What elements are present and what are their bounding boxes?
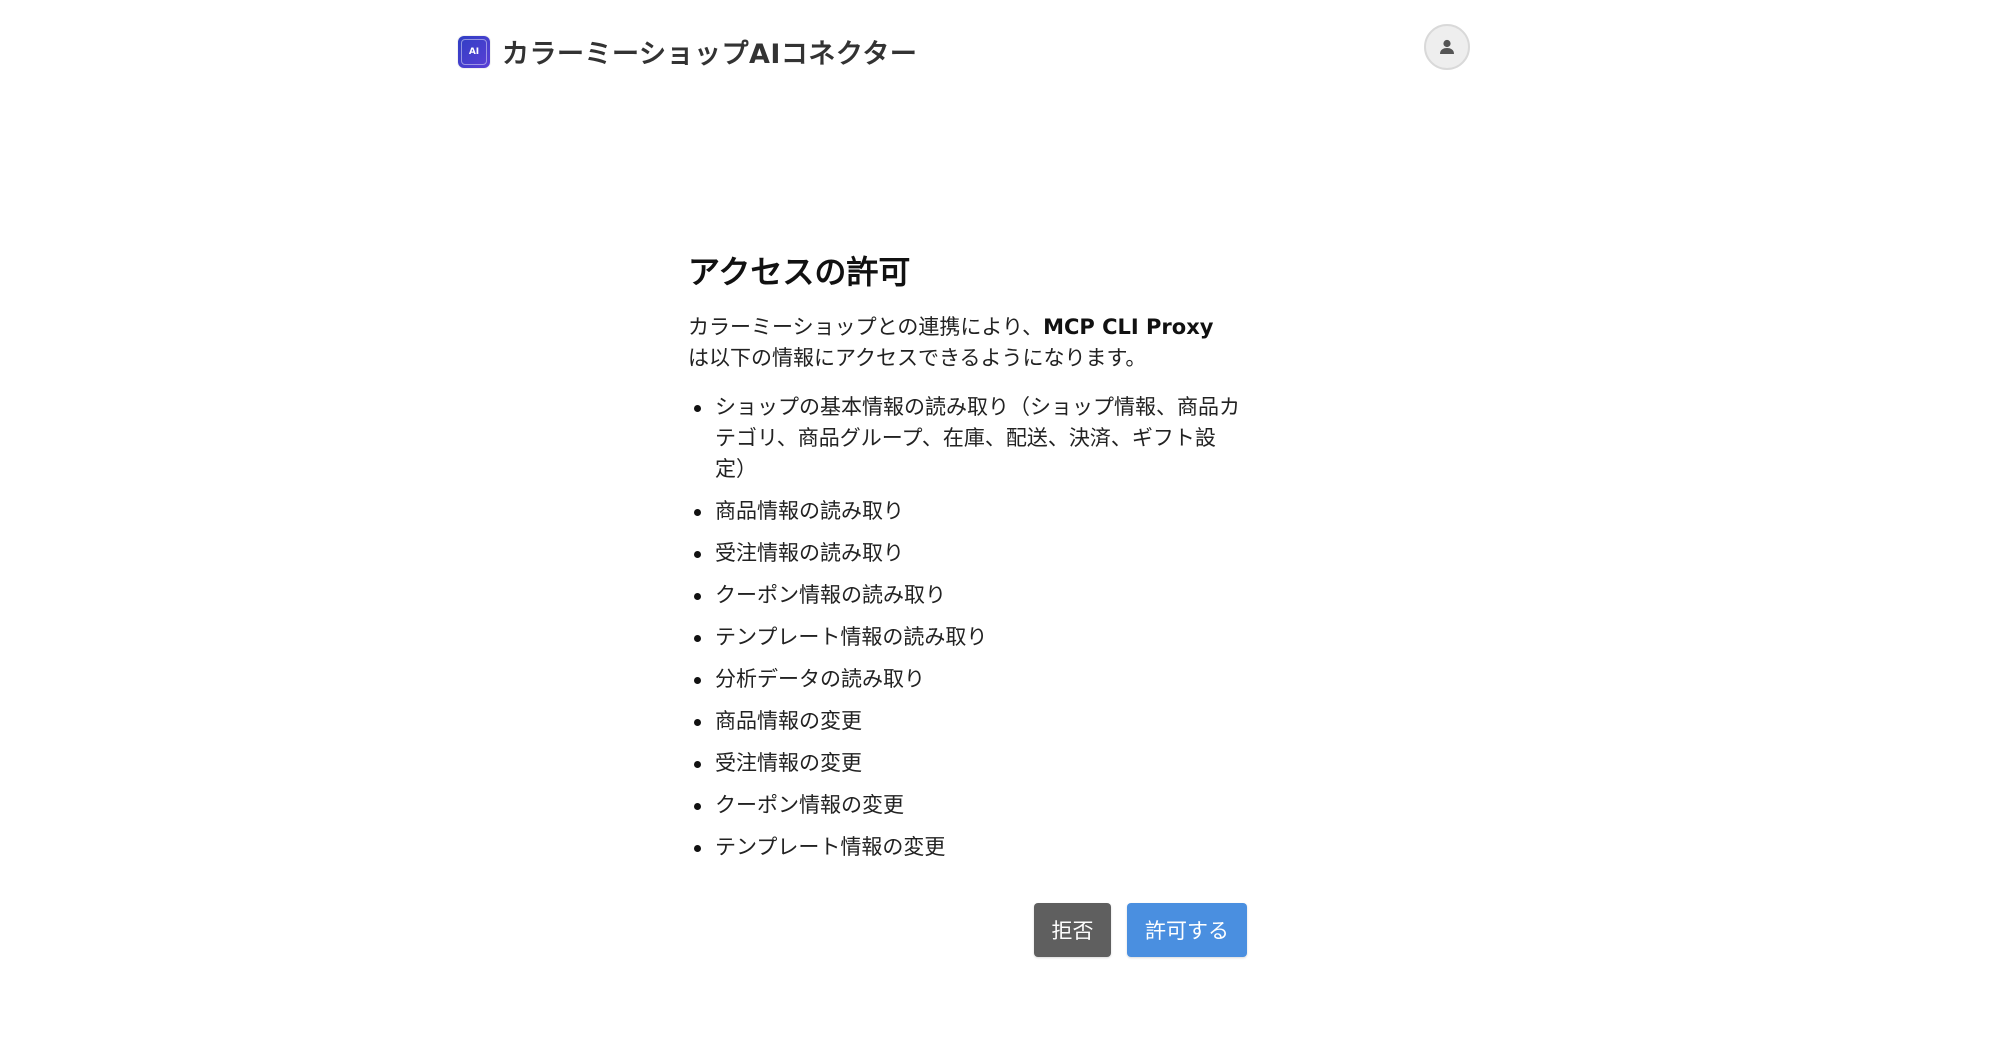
consent-actions: 拒否 許可する <box>1034 903 1247 957</box>
permission-item: 分析データの読み取り <box>688 664 1240 695</box>
user-icon <box>1440 39 1454 54</box>
permission-item: 商品情報の変更 <box>688 706 1240 737</box>
intro-text: カラーミーショップとの連携により、MCP CLI Proxy は以下の情報にアク… <box>688 312 1240 374</box>
permission-item: テンプレート情報の変更 <box>688 832 1240 863</box>
account-button[interactable] <box>1424 24 1470 70</box>
intro-prefix: カラーミーショップとの連携により、 <box>688 315 1044 339</box>
page-title: アクセスの許可 <box>688 253 911 291</box>
deny-button[interactable]: 拒否 <box>1034 903 1111 957</box>
client-name: MCP CLI Proxy <box>1043 315 1214 339</box>
app-title: カラーミーショップAIコネクター <box>502 39 918 70</box>
intro-suffix: は以下の情報にアクセスできるようになります。 <box>688 346 1147 370</box>
consent-panel: アクセスの許可 カラーミーショップとの連携により、MCP CLI Proxy は… <box>688 248 1240 874</box>
app-logo-text: AI <box>461 38 487 65</box>
permission-item: 受注情報の読み取り <box>688 538 1240 569</box>
permission-item: クーポン情報の読み取り <box>688 580 1240 611</box>
permission-list: ショップの基本情報の読み取り（ショップ情報、商品カテゴリ、商品グループ、在庫、配… <box>688 392 1240 863</box>
permission-item: 受注情報の変更 <box>688 748 1240 779</box>
permission-item: クーポン情報の変更 <box>688 790 1240 821</box>
allow-button[interactable]: 許可する <box>1127 903 1247 957</box>
brand: AI カラーミーショップAIコネクター <box>458 32 917 71</box>
permission-item: 商品情報の読み取り <box>688 496 1240 527</box>
site-header: AI カラーミーショップAIコネクター <box>458 24 1470 74</box>
permission-item: テンプレート情報の読み取り <box>688 622 1240 653</box>
permission-item: ショップの基本情報の読み取り（ショップ情報、商品カテゴリ、商品グループ、在庫、配… <box>688 392 1240 485</box>
app-logo-icon: AI <box>458 35 490 68</box>
